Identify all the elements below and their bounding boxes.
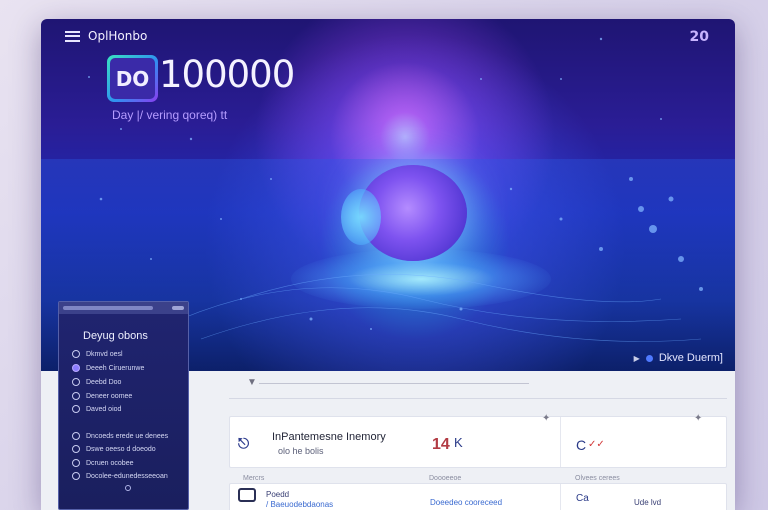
radio-icon — [72, 364, 80, 372]
settings-icon[interactable] — [125, 485, 131, 491]
logo-text: DO — [110, 58, 155, 99]
card2-line: Poedd — [266, 490, 290, 499]
sidebar-item-label: Dswe oeeso d doeodo — [86, 445, 156, 453]
sub-label: Doooeeoe — [429, 475, 462, 482]
sidebar-item-label: Deebd Doo — [86, 378, 122, 386]
sidebar-item-label: Docolee-edunedesseeoan — [86, 472, 168, 480]
sidebar-item[interactable]: Deebd Doo — [72, 378, 121, 386]
hero-footer-label: Dkve Duerm] — [658, 352, 723, 364]
menu-icon[interactable] — [65, 30, 80, 42]
radio-icon — [72, 350, 80, 358]
sidebar-item-label: Deneer oomee — [86, 392, 133, 400]
headline-number: 100000 — [159, 53, 295, 96]
radio-icon — [72, 378, 80, 386]
sidebar-item-label: Daved oiod — [86, 405, 122, 413]
corner-badge: 20 — [689, 29, 709, 45]
card-subtitle: olo he bolis — [278, 446, 324, 456]
card-title: InPantemesne Inemory — [272, 431, 386, 443]
check-icon: ✓✓ — [588, 439, 605, 450]
radio-icon — [72, 445, 80, 453]
secondary-card[interactable]: Poedd / Baeuodebdaonas Doeedeo cooreceed… — [229, 483, 727, 510]
sidebar-item[interactable]: Dcruen ocobee — [72, 459, 133, 467]
sidebar-item[interactable]: Deeeh Ciruerunwe — [72, 364, 144, 372]
sidebar-item-label: Dkmvd oesl — [86, 350, 123, 358]
card2-line: Ude lvd — [634, 498, 662, 507]
sidebar-item[interactable]: Deneer oomee — [72, 392, 132, 400]
brand: OplHonbo — [65, 29, 147, 43]
window-controls-icon[interactable] — [172, 306, 184, 310]
shield-icon: ⎋ — [238, 435, 250, 451]
sidebar-titlebar-bar — [63, 306, 153, 310]
sidebar-item-label: Deeeh Ciruerunwe — [86, 364, 145, 372]
sidebar-titlebar — [59, 302, 188, 314]
search-line — [259, 383, 529, 384]
status-dot-icon — [645, 354, 653, 362]
card-stat-suffix: K — [454, 435, 463, 450]
app-window: OplHonbo 20 DO 100000 Day |/ vering qore… — [41, 19, 735, 510]
card2-line: / Baeuodebdaonas — [266, 500, 334, 509]
sparkle-icon: ✦ — [694, 413, 703, 424]
sparkle-icon: ✦ — [542, 413, 551, 424]
radio-icon — [72, 405, 80, 413]
sidebar-item[interactable]: Docolee-edunedesseeoan — [72, 472, 168, 480]
app-logo: DO — [107, 55, 158, 102]
hero-footer[interactable]: ▶ Dkve Duerm] — [634, 352, 723, 364]
radio-icon — [72, 472, 80, 480]
printer-icon — [238, 488, 256, 502]
sidebar-item[interactable]: Dswe oeeso d doeodo — [72, 445, 156, 453]
brand-name: OplHonbo — [88, 29, 148, 43]
sidebar-item[interactable]: Dkmvd oesl — [72, 350, 123, 358]
sub-label: Mercrs — [243, 475, 265, 482]
card2-line: Doeedeo cooreceed — [430, 498, 503, 507]
sidebar-item[interactable]: Dncoeds erede ue denees — [72, 432, 168, 440]
search-row[interactable] — [229, 375, 727, 399]
memory-card[interactable]: ✦ ✦ ⎋ InPantemesne Inemory olo he bolis … — [229, 413, 727, 468]
sub-label: Olvees cerees — [575, 475, 620, 482]
card-divider — [560, 417, 561, 467]
sidebar-item-label: Dcruen ocobee — [86, 459, 134, 467]
radio-icon — [72, 459, 80, 467]
sidebar-title: Deyug obons — [83, 330, 148, 342]
card2-mark: Ca — [576, 493, 589, 504]
options-sidebar: Deyug obons Dkmvd oesl Deeeh Ciruerunwe De… — [58, 301, 189, 510]
play-icon: ▶ — [633, 353, 640, 363]
pin-icon[interactable]: ▼ — [247, 377, 257, 388]
card-mark: C — [576, 437, 587, 453]
sidebar-item[interactable]: Daved oiod — [72, 405, 121, 413]
radio-icon — [72, 392, 80, 400]
radio-icon — [72, 432, 80, 440]
card-divider — [560, 484, 561, 510]
card-stat: 14 — [432, 436, 450, 453]
tagline: Day |/ vering qoreq) tt — [112, 108, 228, 122]
sidebar-item-label: Dncoeds erede ue denees — [86, 432, 169, 440]
